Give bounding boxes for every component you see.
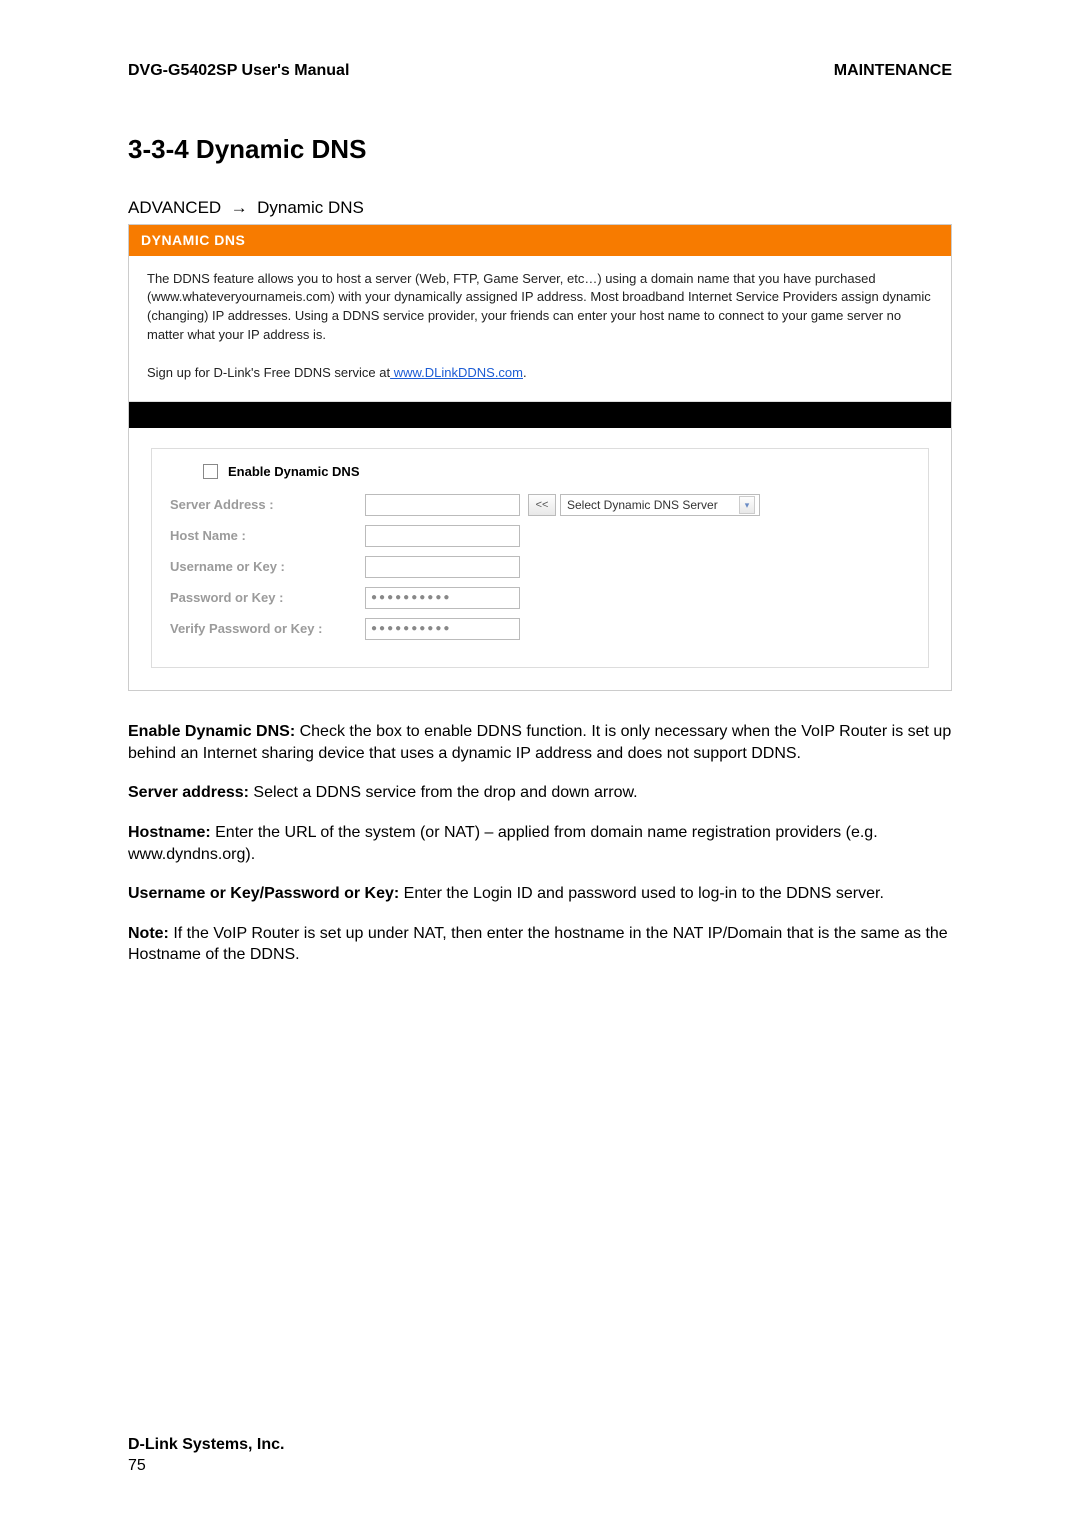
arrow-icon: → <box>231 198 248 217</box>
para-server-strong: Server address: <box>128 784 249 801</box>
panel-form-inner: Enable Dynamic DNS Server Address : << S… <box>151 448 929 669</box>
breadcrumb-left: ADVANCED <box>128 198 221 217</box>
page-footer: D-Link Systems, Inc. 75 <box>128 1434 285 1477</box>
server-address-row: Server Address : << Select Dynamic DNS S… <box>170 494 910 516</box>
select-placeholder: Select Dynamic DNS Server <box>567 497 718 513</box>
chevron-down-icon: ▾ <box>739 496 755 514</box>
para-hostname: Hostname: Enter the URL of the system (o… <box>128 822 952 865</box>
username-label: Username or Key : <box>170 558 365 576</box>
header-right: MAINTENANCE <box>834 60 952 82</box>
header-left: DVG-G5402SP User's Manual <box>128 60 349 82</box>
signup-suffix: . <box>523 365 527 380</box>
ddns-signup-link[interactable]: www.DLinkDDNS.com <box>390 365 523 380</box>
footer-company: D-Link Systems, Inc. <box>128 1434 285 1456</box>
server-address-input[interactable] <box>365 494 520 516</box>
host-name-label: Host Name : <box>170 527 365 545</box>
footer-page-number: 75 <box>128 1455 285 1477</box>
enable-ddns-label: Enable Dynamic DNS <box>228 463 360 481</box>
password-label: Password or Key : <box>170 589 365 607</box>
para-server-text: Select a DDNS service from the drop and … <box>249 784 638 801</box>
config-panel: DYNAMIC DNS The DDNS feature allows you … <box>128 224 952 692</box>
para-server: Server address: Select a DDNS service fr… <box>128 782 952 804</box>
panel-title: DYNAMIC DNS <box>129 225 951 256</box>
panel-description: The DDNS feature allows you to host a se… <box>129 256 951 402</box>
para-credentials-text: Enter the Login ID and password used to … <box>399 885 884 902</box>
section-heading: 3-3-4 Dynamic DNS <box>128 132 952 167</box>
verify-password-row: Verify Password or Key : ●●●●●●●●●● <box>170 618 910 640</box>
para-credentials-strong: Username or Key/Password or Key: <box>128 885 399 902</box>
panel-divider-bar <box>129 402 951 428</box>
para-note-strong: Note: <box>128 925 169 942</box>
verify-password-input[interactable]: ●●●●●●●●●● <box>365 618 520 640</box>
panel-desc-text: The DDNS feature allows you to host a se… <box>147 271 931 343</box>
para-credentials: Username or Key/Password or Key: Enter t… <box>128 883 952 905</box>
breadcrumb: ADVANCED → Dynamic DNS <box>128 197 952 220</box>
host-name-row: Host Name : <box>170 525 910 547</box>
copy-left-button[interactable]: << <box>528 494 556 516</box>
ddns-server-select[interactable]: Select Dynamic DNS Server ▾ <box>560 494 760 516</box>
enable-row: Enable Dynamic DNS <box>170 463 910 481</box>
verify-password-label: Verify Password or Key : <box>170 620 365 638</box>
para-note: Note: If the VoIP Router is set up under… <box>128 923 952 966</box>
panel-form-area: Enable Dynamic DNS Server Address : << S… <box>129 428 951 691</box>
signup-prefix: Sign up for D-Link's Free DDNS service a… <box>147 365 390 380</box>
breadcrumb-right: Dynamic DNS <box>257 198 364 217</box>
password-input[interactable]: ●●●●●●●●●● <box>365 587 520 609</box>
host-name-input[interactable] <box>365 525 520 547</box>
enable-ddns-checkbox[interactable] <box>203 464 218 479</box>
password-row: Password or Key : ●●●●●●●●●● <box>170 587 910 609</box>
para-enable-strong: Enable Dynamic DNS: <box>128 723 295 740</box>
para-enable: Enable Dynamic DNS: Check the box to ena… <box>128 721 952 764</box>
para-hostname-strong: Hostname: <box>128 824 211 841</box>
server-address-label: Server Address : <box>170 496 365 514</box>
page-header: DVG-G5402SP User's Manual MAINTENANCE <box>128 60 952 82</box>
username-input[interactable] <box>365 556 520 578</box>
para-hostname-text: Enter the URL of the system (or NAT) – a… <box>128 824 878 863</box>
username-row: Username or Key : <box>170 556 910 578</box>
para-note-text: If the VoIP Router is set up under NAT, … <box>128 925 948 964</box>
